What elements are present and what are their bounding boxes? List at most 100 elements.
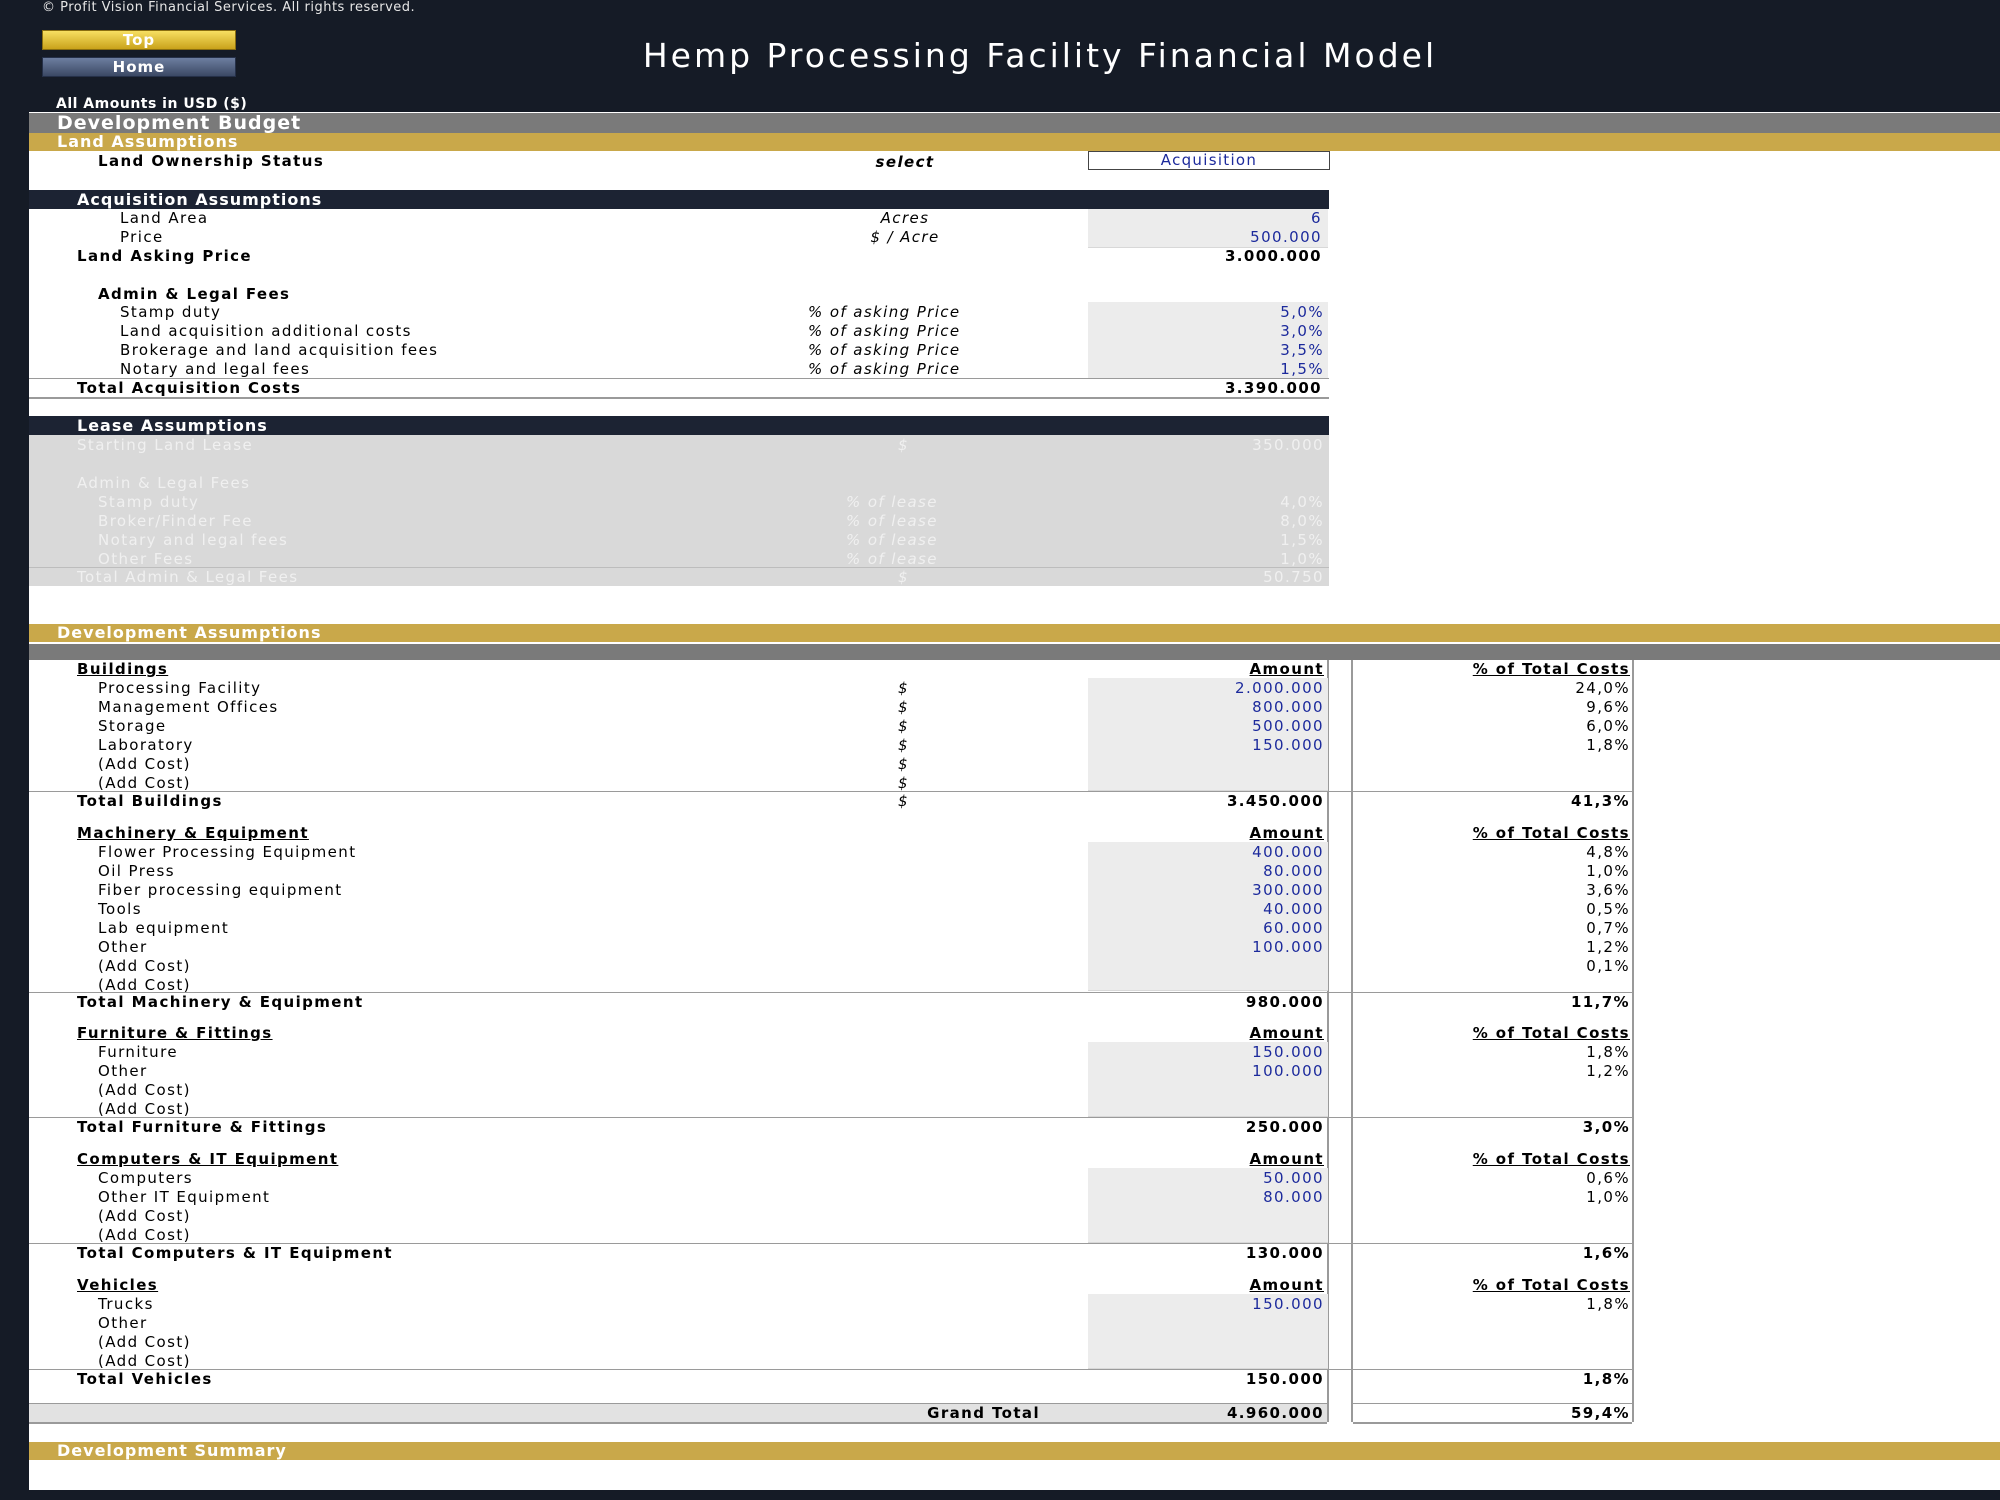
machinery-item-label: Tools (98, 900, 142, 918)
buildings-item-label: (Add Cost) (98, 755, 191, 773)
buildings-item-unit: $ (898, 755, 909, 773)
lease-fee-unit: % of lease (846, 512, 938, 530)
machinery-item-label: Oil Press (98, 862, 175, 880)
total-computers-label: Total Computers & IT Equipment (77, 1244, 393, 1262)
buildings-item-value[interactable]: 800.000 (1088, 698, 1324, 717)
furniture-item-label: Furniture (98, 1043, 178, 1061)
lease-fee-unit: % of lease (846, 531, 938, 549)
pct-column-header: % of Total Costs (1472, 824, 1630, 842)
price-unit: $ / Acre (870, 228, 940, 246)
currency-label: All Amounts in USD ($) (56, 96, 248, 112)
buildings-title: Buildings (77, 660, 169, 678)
vehicles-item-label: Trucks (98, 1295, 154, 1313)
copyright-text: © Profit Vision Financial Services. All … (42, 0, 416, 15)
lease-total-label: Total Admin & Legal Fees (77, 568, 299, 586)
computers-item-value[interactable]: 80.000 (1088, 1188, 1324, 1207)
machinery-item-label: Flower Processing Equipment (98, 843, 357, 861)
fee-value[interactable]: 5,0% (1088, 303, 1324, 322)
buildings-item-label: Laboratory (98, 736, 194, 754)
lease-fee-label: Notary and legal fees (98, 531, 289, 549)
pct-column-header: % of Total Costs (1472, 660, 1630, 678)
lease-starting-unit: $ (898, 436, 909, 454)
machinery-item-pct: 1,0% (1586, 862, 1630, 880)
vehicles-item-label: Other (98, 1314, 148, 1332)
machinery-item-value[interactable]: 60.000 (1088, 919, 1324, 938)
land-assumptions-header: Land Assumptions (29, 133, 2000, 151)
computers-item-pct: 0,6% (1586, 1169, 1630, 1187)
machinery-item-value[interactable]: 80.000 (1088, 862, 1324, 881)
lease-fee-label: Broker/Finder Fee (98, 512, 253, 530)
machinery-item-value[interactable]: 300.000 (1088, 881, 1324, 900)
total-buildings-label: Total Buildings (77, 792, 223, 810)
computers-item-label: Other IT Equipment (98, 1188, 271, 1206)
machinery-title: Machinery & Equipment (77, 824, 309, 842)
fee-value[interactable]: 3,5% (1088, 341, 1324, 360)
total-vehicles-value: 150.000 (1245, 1370, 1324, 1388)
fee-value[interactable]: 1,5% (1088, 360, 1324, 379)
land-ownership-label: Land Ownership Status (98, 152, 325, 170)
grey-band (29, 644, 2000, 660)
acq-fees-title: Admin & Legal Fees (98, 285, 291, 303)
buildings-item-pct: 1,8% (1586, 736, 1630, 754)
land-area-value[interactable]: 6 (1088, 209, 1322, 228)
development-assumptions-header: Development Assumptions (29, 624, 2000, 642)
amount-column-header: Amount (1249, 1150, 1324, 1168)
buildings-item-unit: $ (898, 717, 909, 735)
buildings-item-value[interactable]: 2.000.000 (1088, 679, 1324, 698)
fee-unit: % of asking Price (808, 303, 961, 321)
total-machinery-value: 980.000 (1245, 993, 1324, 1011)
computers-item-value[interactable]: 50.000 (1088, 1169, 1324, 1188)
total-buildings-value: 3.450.000 (1226, 792, 1324, 810)
pct-column-header: % of Total Costs (1472, 1150, 1630, 1168)
grand-total-pct: 59,4% (1570, 1404, 1630, 1422)
furniture-item-value[interactable]: 150.000 (1088, 1043, 1324, 1062)
total-buildings-unit: $ (898, 792, 909, 810)
lease-fee-value: 1,5% (1280, 531, 1324, 549)
fee-value[interactable]: 3,0% (1088, 322, 1324, 341)
amount-column-header: Amount (1249, 1024, 1324, 1042)
land-asking-price-label: Land Asking Price (77, 247, 253, 265)
computers-item-label: Computers (98, 1169, 193, 1187)
furniture-item-pct: 1,8% (1586, 1043, 1630, 1061)
machinery-item-value[interactable]: 40.000 (1088, 900, 1324, 919)
fee-label: Brokerage and land acquisition fees (120, 341, 439, 359)
lease-starting-value: 350.000 (1252, 436, 1324, 454)
price-value[interactable]: 500.000 (1088, 228, 1322, 247)
land-ownership-select[interactable]: Acquisition (1088, 151, 1330, 170)
machinery-item-pct: 0,1% (1586, 957, 1630, 975)
total-vehicles-pct: 1,8% (1582, 1370, 1630, 1388)
total-machinery-label: Total Machinery & Equipment (77, 993, 364, 1011)
vehicles-item-value[interactable]: 150.000 (1088, 1295, 1324, 1314)
total-acquisition-label: Total Acquisition Costs (77, 379, 302, 397)
machinery-item-pct: 0,5% (1586, 900, 1630, 918)
total-machinery-pct: 11,7% (1570, 993, 1630, 1011)
machinery-item-value[interactable]: 400.000 (1088, 843, 1324, 862)
sheet-area (29, 112, 2000, 1492)
furniture-item-pct: 1,2% (1586, 1062, 1630, 1080)
land-area-unit: Acres (880, 209, 930, 227)
furniture-item-value[interactable]: 100.000 (1088, 1062, 1324, 1081)
total-vehicles-label: Total Vehicles (77, 1370, 213, 1388)
machinery-item-label: (Add Cost) (98, 957, 191, 975)
bottom-edge (29, 1490, 2000, 1500)
lease-total-unit: $ (898, 568, 909, 586)
total-buildings-pct: 41,3% (1570, 792, 1630, 810)
vehicles-item-label: (Add Cost) (98, 1333, 191, 1351)
buildings-item-label: Processing Facility (98, 679, 262, 697)
lease-fees-title: Admin & Legal Fees (77, 474, 251, 492)
buildings-item-label: Storage (98, 717, 167, 735)
land-asking-price-value: 3.000.000 (1224, 247, 1322, 265)
fee-unit: % of asking Price (808, 341, 961, 359)
machinery-item-value[interactable]: 100.000 (1088, 938, 1324, 957)
buildings-item-pct: 6,0% (1586, 717, 1630, 735)
page-title: Hemp Processing Facility Financial Model (642, 36, 1438, 75)
buildings-item-value[interactable]: 500.000 (1088, 717, 1324, 736)
fee-unit: % of asking Price (808, 322, 961, 340)
total-computers-value: 130.000 (1245, 1244, 1324, 1262)
machinery-item-pct: 1,2% (1586, 938, 1630, 956)
buildings-item-pct: 24,0% (1575, 679, 1630, 697)
buildings-item-unit: $ (898, 698, 909, 716)
development-budget-header: Development Budget (29, 113, 2000, 133)
buildings-item-unit: $ (898, 679, 909, 697)
buildings-item-value[interactable]: 150.000 (1088, 736, 1324, 755)
